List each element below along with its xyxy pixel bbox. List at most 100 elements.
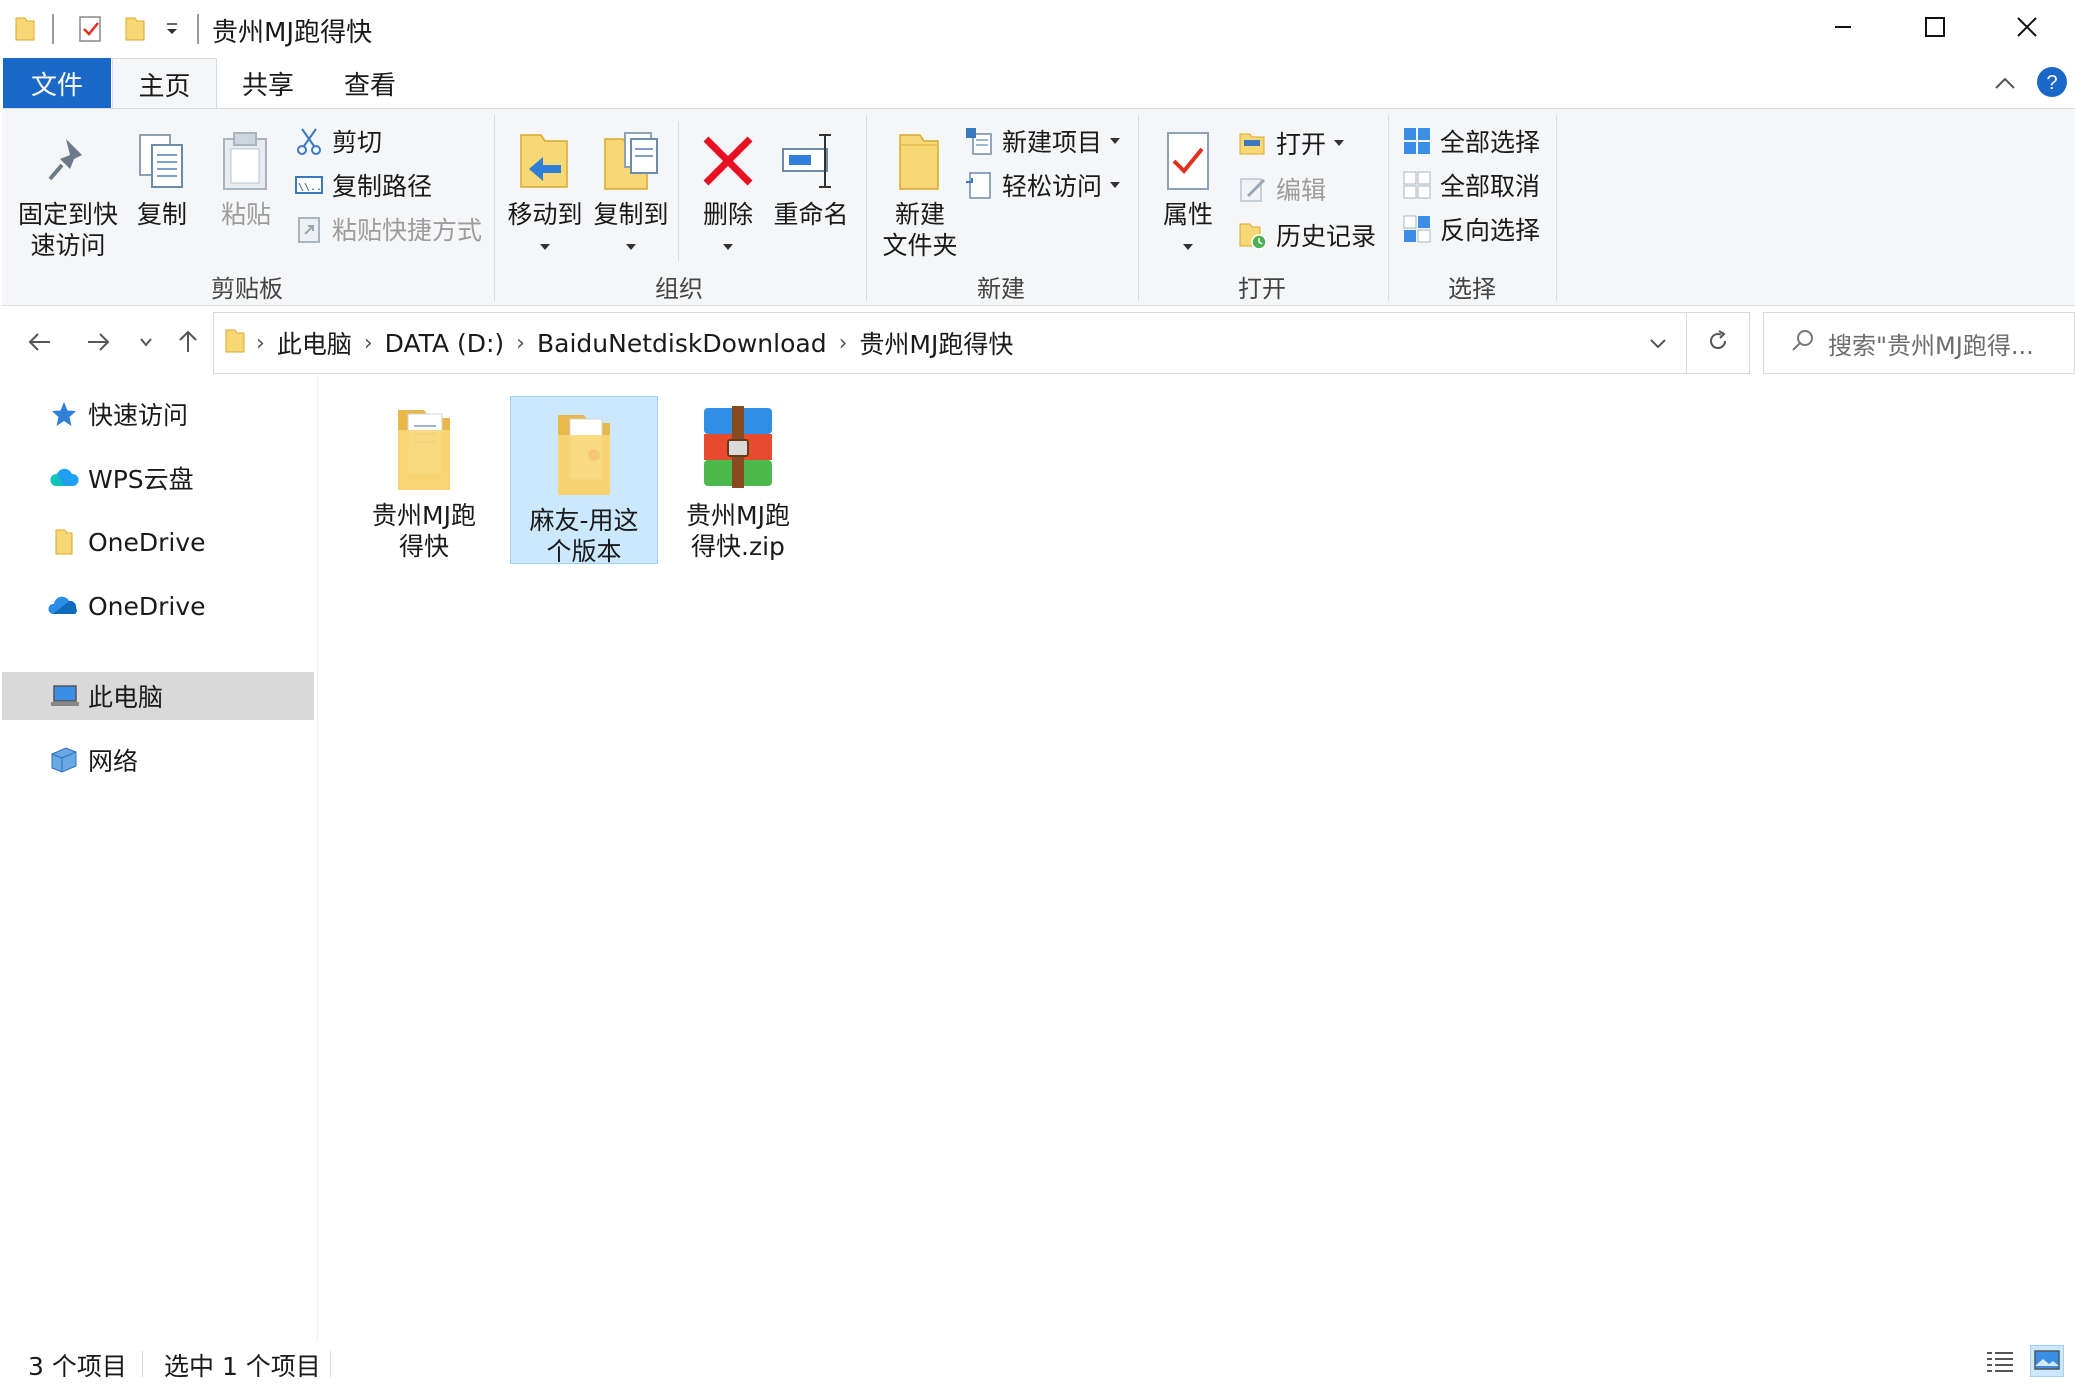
open-button[interactable]: 打开 <box>1238 125 1345 161</box>
history-label: 历史记录 <box>1276 222 1377 251</box>
tab-share[interactable]: 共享 <box>222 58 314 108</box>
maximize-icon <box>1924 16 1946 42</box>
invert-selection-icon <box>1402 214 1432 244</box>
tab-file[interactable]: 文件 <box>3 58 111 108</box>
new-folder-icon <box>888 129 952 193</box>
forward-arrow-icon <box>85 329 111 359</box>
recent-locations-button[interactable] <box>124 322 168 366</box>
up-button[interactable] <box>166 322 210 366</box>
select-none-label: 全部取消 <box>1440 172 1541 201</box>
invert-selection-button[interactable]: 反向选择 <box>1402 211 1540 247</box>
properties-quick-access-icon[interactable] <box>78 14 104 44</box>
copy-icon <box>130 129 194 193</box>
details-view-icon[interactable] <box>1984 1347 2016 1377</box>
tab-view[interactable]: 查看 <box>324 58 416 108</box>
select-all-label: 全部选择 <box>1440 128 1541 157</box>
paste-shortcut-icon <box>294 214 324 244</box>
address-folder-icon <box>224 328 246 358</box>
easy-access-dropdown-icon <box>1110 182 1121 188</box>
nav-item-onedrive[interactable]: OneDrive <box>2 582 314 630</box>
search-icon <box>1790 328 1816 358</box>
file-list: 贵州MJ跑 得快 麻友-用这 个版本 贵州MJ跑 得快.zip <box>320 376 2075 1341</box>
delete-button[interactable]: 删除 <box>688 129 768 250</box>
rename-button[interactable]: 重命名 <box>768 129 854 230</box>
paste-shortcut-button[interactable]: 粘贴快捷方式 <box>294 211 482 247</box>
file-item-zip-archive[interactable]: 贵州MJ跑 得快.zip <box>664 392 812 561</box>
pin-icon <box>36 129 100 193</box>
pin-to-quick-access-button[interactable]: 固定到快 速访问 <box>12 129 124 261</box>
delete-label: 删除 <box>702 200 753 229</box>
back-button[interactable] <box>18 322 62 366</box>
star-icon <box>48 398 80 430</box>
nav-item-wps-cloud[interactable]: WPS云盘 <box>2 454 314 502</box>
large-icons-view-icon[interactable] <box>2030 1345 2064 1377</box>
select-all-button[interactable]: 全部选择 <box>1402 123 1540 159</box>
move-to-button[interactable]: 移动到 <box>502 129 588 250</box>
new-item-button[interactable]: 新建项目 <box>964 123 1121 159</box>
nav-item-onedrive-folder[interactable]: OneDrive <box>2 518 314 566</box>
refresh-button[interactable] <box>1686 312 1750 374</box>
file-item-folder-selected[interactable]: 麻友-用这 个版本 <box>510 396 658 566</box>
new-folder-button[interactable]: 新建 文件夹 <box>872 129 968 261</box>
minimize-button[interactable] <box>1797 0 1889 58</box>
collapse-ribbon-chevron-icon[interactable] <box>1991 70 2019 98</box>
new-folder-quick-access-icon[interactable] <box>124 14 146 44</box>
cut-label: 剪切 <box>332 128 383 157</box>
nav-item-this-pc[interactable]: 此电脑 <box>2 672 314 720</box>
folder-icon <box>14 14 36 44</box>
tab-home[interactable]: 主页 <box>112 58 217 109</box>
forward-button[interactable] <box>76 322 120 366</box>
breadcrumb-separator-icon: › <box>838 330 848 356</box>
help-icon[interactable]: ? <box>2036 66 2068 98</box>
breadcrumb-current-folder[interactable]: 贵州MJ跑得快 <box>859 325 1013 361</box>
file-name-line1: 贵州MJ跑 <box>686 501 790 530</box>
search-box[interactable]: 搜索"贵州MJ跑得... <box>1763 312 2075 374</box>
close-button[interactable] <box>1981 0 2073 58</box>
select-none-button[interactable]: 全部取消 <box>1402 167 1540 203</box>
rename-icon <box>779 129 843 193</box>
maximize-button[interactable] <box>1889 0 1981 58</box>
edit-pencil-icon <box>1238 174 1268 204</box>
refresh-icon <box>1706 329 1730 357</box>
chevron-down-icon <box>138 334 154 354</box>
ribbon-tabs: 文件 主页 共享 查看 ? <box>0 58 2075 109</box>
nav-item-label: OneDrive <box>88 527 206 557</box>
edit-button[interactable]: 编辑 <box>1238 171 1326 207</box>
back-arrow-icon <box>27 329 53 359</box>
invert-selection-label: 反向选择 <box>1440 216 1541 245</box>
winrar-archive-icon <box>688 400 788 496</box>
breadcrumb-baidunetdiskdownload[interactable]: BaiduNetdiskDownload <box>537 329 827 358</box>
file-item-folder[interactable]: 贵州MJ跑 得快 <box>350 392 498 561</box>
copy-label: 复制 <box>136 200 187 229</box>
history-button[interactable]: 历史记录 <box>1238 217 1376 253</box>
copy-path-button[interactable]: \\.. 复制路径 <box>294 167 432 203</box>
copy-to-button[interactable]: 复制到 <box>588 129 674 250</box>
cut-button[interactable]: 剪切 <box>294 123 382 159</box>
easy-access-button[interactable]: 轻松访问 <box>964 167 1121 203</box>
network-icon <box>48 744 80 776</box>
customize-quick-access-chevron-icon[interactable] <box>164 14 180 44</box>
nav-item-label: 此电脑 <box>88 683 164 712</box>
nav-item-network[interactable]: 网络 <box>2 736 314 784</box>
cloud-icon <box>48 462 80 494</box>
paste-icon <box>214 129 278 193</box>
folder-icon <box>48 526 80 558</box>
copy-button[interactable]: 复制 <box>124 129 200 230</box>
rename-label: 重命名 <box>773 200 849 229</box>
address-bar[interactable]: › 此电脑 › DATA (D:) › BaiduNetdiskDownload… <box>213 312 1687 374</box>
title-bar: 贵州MJ跑得快 <box>0 0 2075 58</box>
easy-access-label: 轻松访问 <box>1002 172 1103 201</box>
easy-access-icon <box>964 170 994 200</box>
properties-button[interactable]: 属性 <box>1146 129 1230 250</box>
address-history-chevron-icon[interactable] <box>1648 333 1668 357</box>
nav-item-quick-access[interactable]: 快速访问 <box>2 390 314 438</box>
file-name-line1: 麻友-用这 <box>529 506 639 535</box>
onedrive-cloud-icon <box>48 590 80 622</box>
breadcrumb-this-pc[interactable]: 此电脑 <box>277 325 352 361</box>
copy-path-icon: \\.. <box>294 170 324 200</box>
window-title: 贵州MJ跑得快 <box>212 18 373 48</box>
nav-item-label: 快速访问 <box>88 401 189 430</box>
folder-with-image-icon <box>534 405 634 501</box>
breadcrumb-data-drive[interactable]: DATA (D:) <box>385 329 505 358</box>
paste-button[interactable]: 粘贴 <box>208 129 284 230</box>
